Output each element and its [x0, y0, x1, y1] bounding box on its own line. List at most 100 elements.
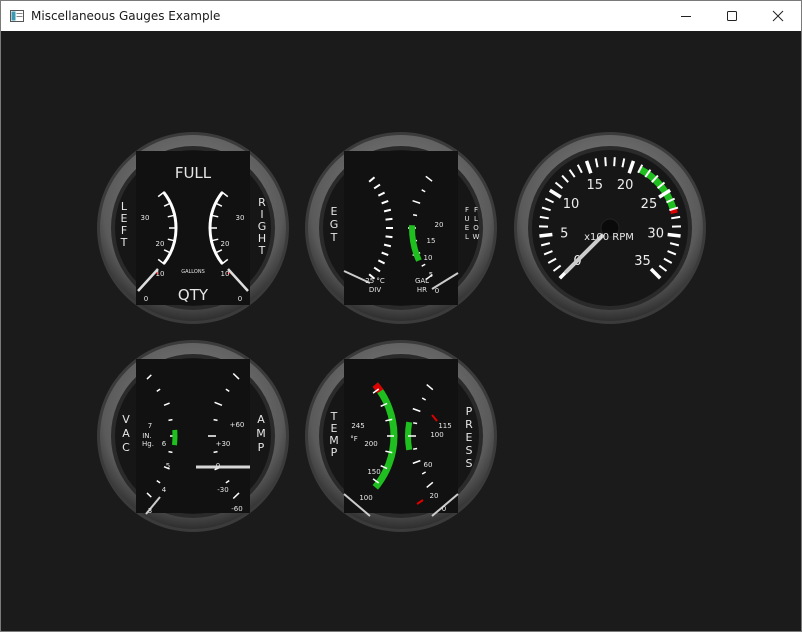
- vac-amp-dial: V A C A M P IN. Hg. 7 6 5 4 3 +60 +30 0 …: [97, 340, 289, 532]
- vac-label-v: V: [122, 413, 130, 426]
- fuel-qty-label: QTY: [178, 286, 209, 304]
- egt-fuel-flow-dial: E G T F U E L F L O W 25 °C DIV GAL HR 2…: [305, 132, 497, 324]
- tachometer-gauge: 05101520253035 x100 RPM: [513, 131, 707, 325]
- fuel-left-scale-10: 10: [156, 270, 165, 278]
- press-scale-115: 115: [438, 422, 451, 430]
- fuel-units-label: GALLONS: [181, 269, 205, 275]
- flow-tick: [412, 214, 418, 217]
- temp-label-p: P: [331, 446, 338, 459]
- rpm-tick: [671, 215, 681, 220]
- fuel-flow-label-f2: F: [474, 206, 478, 214]
- flow-units-line2: HR: [417, 286, 427, 294]
- fuel-left-scale-0: 0: [144, 295, 148, 303]
- close-button[interactable]: [755, 1, 801, 31]
- fuel-flow-label-w: W: [473, 233, 480, 241]
- maximize-icon: [727, 11, 737, 21]
- press-tick: [413, 422, 418, 425]
- temp-press-gauge: T E M P P R E S S °F 245 200 150 100 115…: [304, 339, 498, 533]
- temp-units-label: °F: [350, 435, 358, 443]
- amp-scale-plus60: +60: [230, 421, 245, 429]
- press-label-r: R: [465, 418, 473, 431]
- fuel-right-scale-0: 0: [238, 295, 242, 303]
- egt-label-g: G: [330, 218, 339, 231]
- rpm-scale-label: 25: [641, 197, 658, 212]
- vac-units-line2: Hg.: [142, 440, 154, 448]
- vac-units-line1: IN.: [142, 432, 152, 440]
- fuel-left-scale-20: 20: [156, 240, 165, 248]
- vac-label-a: A: [122, 427, 130, 440]
- fuel-flow-label-o: O: [473, 224, 479, 232]
- fuel-flow-label-l: L: [465, 233, 469, 241]
- amp-scale-plus30: +30: [216, 440, 231, 448]
- press-label-p: P: [466, 405, 473, 418]
- rpm-scale-label: 10: [563, 197, 580, 212]
- vac-scale-5: 5: [166, 462, 170, 470]
- fuel-quantity-dial: FULL QTY GALLONS L E F T R I G H T 30 20…: [97, 132, 289, 324]
- flow-scale-15: 15: [427, 237, 436, 245]
- vac-scale-6: 6: [162, 440, 167, 448]
- window-controls: [663, 1, 801, 31]
- amp-scale-0: 0: [216, 462, 220, 470]
- rpm-scale-label: 15: [587, 178, 604, 193]
- rpm-scale-label: 20: [617, 178, 634, 193]
- fuel-flow-label-u: U: [464, 215, 469, 223]
- rpm-tick: [539, 232, 553, 238]
- fuel-flow-label-e: E: [465, 224, 469, 232]
- close-icon: [772, 10, 784, 22]
- temp-scale-200: 200: [364, 440, 377, 448]
- press-tick: [413, 447, 418, 450]
- rpm-tick: [613, 157, 616, 167]
- rpm-units-label: x100 RPM: [584, 232, 634, 243]
- flow-scale-0: 0: [435, 287, 439, 295]
- amp-tick: [213, 450, 218, 454]
- fuel-right-scale-30: 30: [236, 214, 245, 222]
- press-scale-100: 100: [430, 431, 443, 439]
- fuel-left-label-t: T: [120, 236, 128, 249]
- amp-scale-minus60: -60: [231, 505, 242, 513]
- egt-tick: [385, 235, 393, 239]
- egt-tick: [385, 217, 393, 221]
- vac-scale-3: 3: [148, 507, 152, 515]
- rpm-scale-label: 30: [647, 227, 664, 242]
- press-label-s2: S: [466, 457, 473, 470]
- rpm-scale-label: 35: [634, 254, 651, 269]
- minimize-button[interactable]: [663, 1, 709, 31]
- flow-scale-20: 20: [435, 221, 444, 229]
- egt-units-line2: DIV: [369, 286, 381, 294]
- vac-tick: [168, 450, 173, 454]
- temp-scale-100: 100: [359, 494, 372, 502]
- tachometer-dial: 05101520253035 x100 RPM: [514, 132, 706, 324]
- window-title: Miscellaneous Gauges Example: [31, 9, 221, 23]
- egt-label-e: E: [331, 205, 338, 218]
- vac-scale-4: 4: [162, 486, 167, 494]
- fuel-quantity-gauge: FULL QTY GALLONS L E F T R I G H T 30 20…: [96, 131, 290, 325]
- vac-label-c: C: [122, 441, 130, 454]
- gauge-panel: FULL QTY GALLONS L E F T R I G H T 30 20…: [1, 31, 801, 631]
- flow-units-line1: GAL: [415, 277, 429, 285]
- flow-scale-10: 10: [424, 254, 433, 262]
- amp-label-p: P: [258, 441, 265, 454]
- title-bar[interactable]: Miscellaneous Gauges Example: [1, 1, 801, 31]
- rpm-tick: [539, 215, 549, 220]
- egt-fuel-flow-gauge: E G T F U E L F L O W 25 °C DIV GAL HR 2…: [304, 131, 498, 325]
- maximize-button[interactable]: [709, 1, 755, 31]
- amp-label-m: M: [256, 427, 266, 440]
- flow-scale-5: 5: [429, 271, 433, 279]
- rpm-tick: [667, 232, 681, 238]
- vac-amp-gauge: V A C A M P IN. Hg. 7 6 5 4 3 +60 +30 0 …: [96, 339, 290, 533]
- amp-label-a: A: [257, 413, 265, 426]
- temp-press-dial: T E M P P R E S S °F 245 200 150 100 115…: [305, 340, 497, 532]
- vac-scale-7: 7: [148, 422, 152, 430]
- temp-scale-150: 150: [367, 468, 380, 476]
- vac-tick: [168, 418, 173, 422]
- rpm-scale-label: 5: [560, 227, 568, 242]
- fuel-flow-label-f1: F: [465, 206, 469, 214]
- press-scale-20: 20: [430, 492, 439, 500]
- temp-scale-245: 245: [351, 422, 364, 430]
- press-scale-0: 0: [442, 505, 446, 513]
- minimize-icon: [681, 16, 691, 17]
- press-label-s1: S: [466, 444, 473, 457]
- egt-label-t: T: [330, 231, 338, 244]
- press-label-e: E: [466, 431, 473, 444]
- fuel-right-scale-20: 20: [221, 240, 230, 248]
